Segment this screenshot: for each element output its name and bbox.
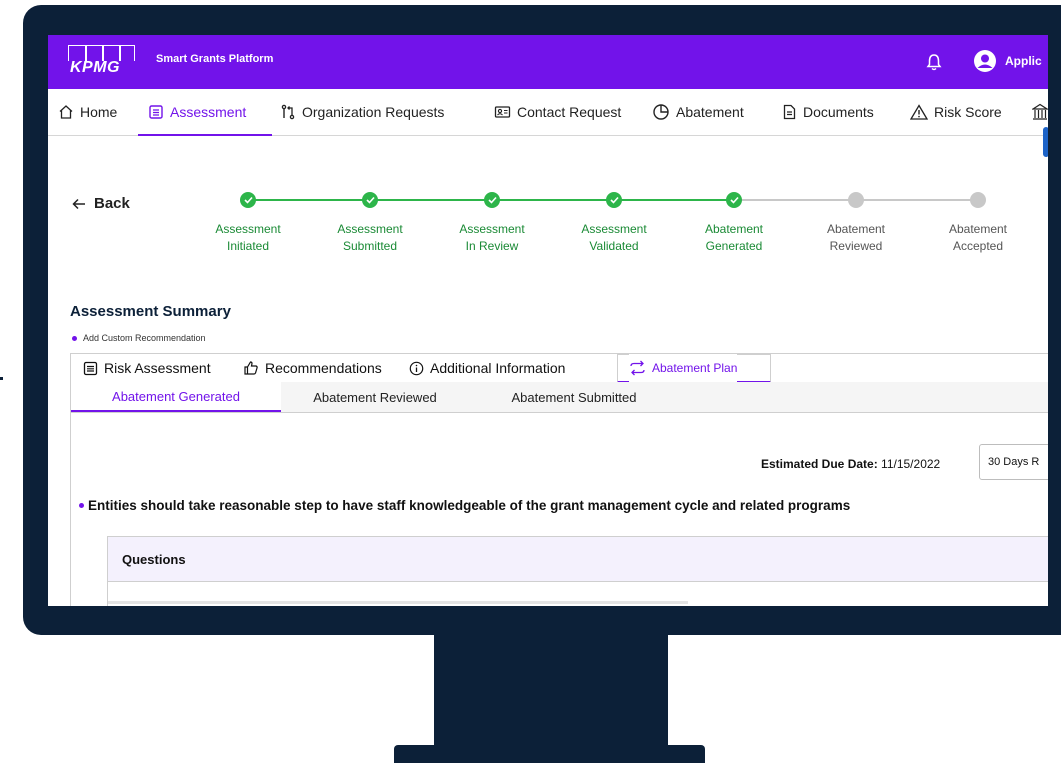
step-pending-dot — [970, 192, 986, 208]
step-label-line: Accepted — [952, 239, 1004, 253]
step-check-icon — [726, 192, 742, 208]
step-label-line: Abatement — [704, 222, 764, 236]
monitor-stand-base — [394, 745, 705, 763]
recommendation-text: Entities should take reasonable step to … — [88, 498, 851, 513]
primary-tabs: Risk Assessment Recommendations Addition… — [71, 354, 1048, 383]
secondary-tabs: Abatement Generated Abatement Reviewed A… — [71, 382, 1048, 413]
thumbs-up-icon — [244, 361, 258, 375]
step-label-line: Assessment — [581, 222, 647, 236]
step-label-line: Assessment — [215, 222, 281, 236]
step-label: Abatement Accepted — [923, 221, 1033, 255]
recommendation-item: Entities should take reasonable step to … — [79, 498, 850, 513]
tab-label: Additional Information — [430, 360, 566, 376]
step-label-line: Abatement — [826, 222, 886, 236]
step-label: Assessment In Review — [437, 221, 547, 255]
step-label-line: Assessment — [459, 222, 525, 236]
step-label-line: Initiated — [226, 239, 270, 253]
step-connector — [492, 199, 614, 201]
estimated-due-date: Estimated Due Date: 11/15/2022 — [761, 457, 940, 471]
step-label-line: Validated — [589, 239, 639, 253]
step-label: Assessment Submitted — [315, 221, 425, 255]
edge-mark — [0, 377, 3, 380]
tab-risk-assessment[interactable]: Risk Assessment — [83, 354, 211, 382]
step-label-line: Submitted — [342, 239, 398, 253]
tab-abatement-reviewed[interactable]: Abatement Reviewed — [281, 382, 469, 412]
tab-abatement-plan[interactable]: Abatement Plan — [629, 354, 738, 382]
step-pending-dot — [848, 192, 864, 208]
questions-header: Questions — [108, 537, 1048, 582]
bullet-dot — [79, 503, 84, 508]
progress-stepper: Assessment Initiated Assessment Submitted … — [48, 35, 1048, 275]
due-days-select[interactable]: 30 Days R — [979, 444, 1048, 480]
tab-label: Risk Assessment — [104, 360, 211, 376]
tab-label: Abatement Plan — [652, 361, 738, 375]
app-screen: KPMG Smart Grants Platform Applic Home A… — [48, 35, 1048, 606]
tab-label: Recommendations — [265, 360, 382, 376]
due-date-label: Estimated Due Date: — [761, 457, 878, 471]
tab-label: Abatement Submitted — [511, 389, 637, 405]
step-check-icon — [484, 192, 500, 208]
tab-abatement-generated[interactable]: Abatement Generated — [71, 382, 281, 412]
summary-panel: Risk Assessment Recommendations Addition… — [70, 353, 1048, 606]
info-icon — [409, 361, 424, 375]
step-label: Abatement Reviewed — [801, 221, 911, 255]
step-label: Assessment Initiated — [193, 221, 303, 255]
section-title: Assessment Summary — [70, 303, 231, 320]
step-label-line: Abatement — [948, 222, 1008, 236]
step-connector — [614, 199, 734, 201]
tab-label: Abatement Generated — [112, 388, 240, 404]
monitor-stand-neck — [434, 632, 668, 747]
add-custom-recommendation-link[interactable]: Add Custom Recommendation — [72, 333, 206, 343]
step-connector — [370, 199, 492, 201]
step-label-line: In Review — [465, 239, 519, 253]
step-label-line: Assessment — [337, 222, 403, 236]
step-connector — [248, 199, 370, 201]
tab-recommendations[interactable]: Recommendations — [243, 354, 382, 382]
step-check-icon — [606, 192, 622, 208]
step-label: Assessment Validated — [559, 221, 669, 255]
step-connector — [734, 199, 856, 201]
step-label-line: Generated — [705, 239, 763, 253]
step-check-icon — [240, 192, 256, 208]
list-icon — [83, 361, 98, 375]
tab-abatement-submitted[interactable]: Abatement Submitted — [469, 382, 679, 412]
due-date-value: 11/15/2022 — [881, 457, 941, 471]
bullet-dot — [72, 335, 77, 341]
step-label: Abatement Generated — [679, 221, 789, 255]
step-check-icon — [362, 192, 378, 208]
step-label-line: Reviewed — [829, 239, 883, 253]
blurred-content — [108, 601, 688, 604]
add-custom-label: Add Custom Recommendation — [83, 333, 206, 343]
questions-table: Questions — [107, 536, 1048, 606]
tab-label: Abatement Reviewed — [313, 389, 437, 405]
step-connector — [856, 199, 978, 201]
sync-icon — [630, 360, 645, 376]
tab-additional-information[interactable]: Additional Information — [409, 354, 565, 382]
